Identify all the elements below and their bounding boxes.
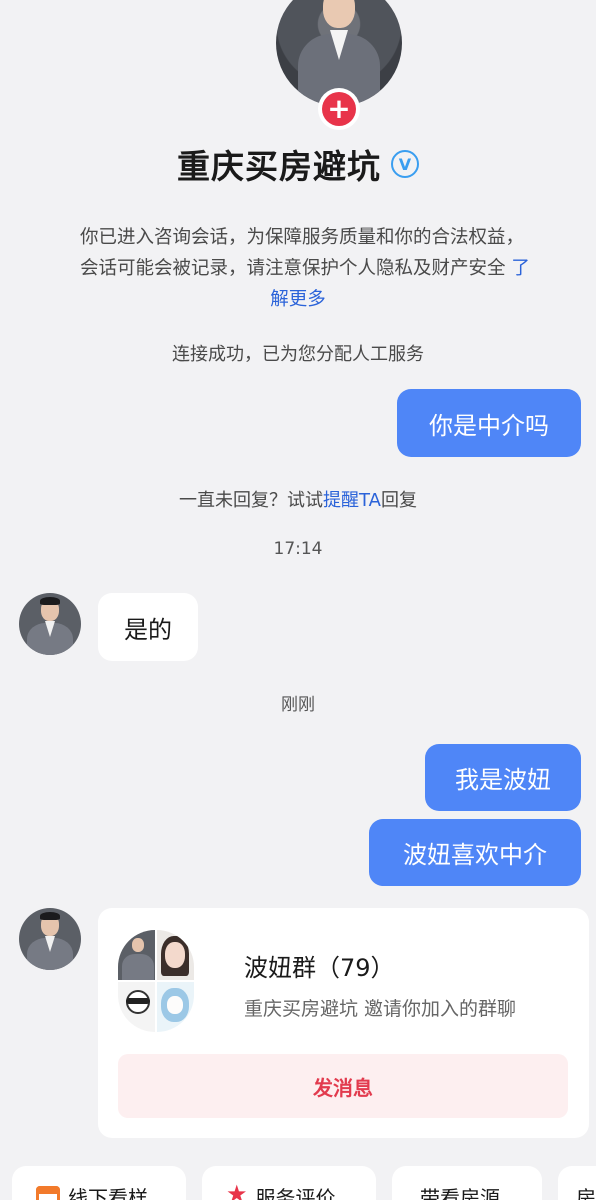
quick-action-listings[interactable]: 带看房源 [392, 1166, 542, 1200]
message-bubble-sent[interactable]: 波妞喜欢中介 [369, 819, 581, 886]
chat-screen: + 重庆买房避坑 V 你已进入咨询会话，为保障服务质量和你的合法权益， 会话可能… [0, 0, 596, 1200]
group-description: 重庆买房避坑 邀请你加入的群聊 [244, 998, 517, 1020]
verified-icon: V [391, 150, 419, 178]
connected-notice: 连接成功，已为您分配人工服务 [172, 344, 424, 365]
privacy-notice: 你已进入咨询会话，为保障服务质量和你的合法权益， 会话可能会被记录，请注意保护个… [80, 222, 596, 315]
timestamp: 17:14 [273, 539, 323, 559]
group-avatar [118, 930, 194, 1034]
profile-title: 重庆买房避坑 V [0, 140, 596, 188]
quick-action-more[interactable]: 房 [558, 1166, 596, 1200]
message-bubble-sent[interactable]: 你是中介吗 [397, 389, 581, 457]
agent-avatar[interactable] [19, 908, 81, 970]
notice-line-1: 你已进入咨询会话，为保障服务质量和你的合法权益， [80, 227, 525, 248]
profile-name: 重庆买房避坑 [177, 147, 381, 186]
quick-action-offline-viewing[interactable]: 线下看样 [12, 1166, 186, 1200]
quick-actions-bar: 线下看样 ★ 服务评价 带看房源 房 [0, 1166, 596, 1200]
timestamp: 刚刚 [281, 695, 315, 715]
agent-avatar[interactable] [19, 593, 81, 655]
calendar-icon [36, 1186, 60, 1200]
star-icon: ★ [226, 1180, 248, 1200]
group-name: 波妞群（79） [244, 954, 395, 982]
notice-line-3: 解更多 [80, 284, 596, 315]
quick-action-service-review[interactable]: ★ 服务评价 [202, 1166, 376, 1200]
plus-icon: + [322, 92, 356, 126]
send-message-button[interactable]: 发消息 [118, 1054, 568, 1118]
message-bubble-sent[interactable]: 我是波妞 [425, 744, 581, 811]
learn-more-link[interactable]: 了 [511, 258, 530, 279]
follow-button[interactable]: + [318, 88, 360, 130]
remind-link[interactable]: 提醒TA [323, 490, 381, 511]
message-bubble-received[interactable]: 是的 [98, 593, 198, 661]
learn-more-link-cont[interactable]: 解更多 [270, 289, 326, 310]
notice-line-2: 会话可能会被记录，请注意保护个人隐私及财产安全 了 [80, 258, 530, 279]
reminder-notice: 一直未回复？试试提醒TA回复 [179, 490, 417, 511]
group-invite-card[interactable]: 波妞群（79） 重庆买房避坑 邀请你加入的群聊 发消息 [98, 908, 589, 1138]
